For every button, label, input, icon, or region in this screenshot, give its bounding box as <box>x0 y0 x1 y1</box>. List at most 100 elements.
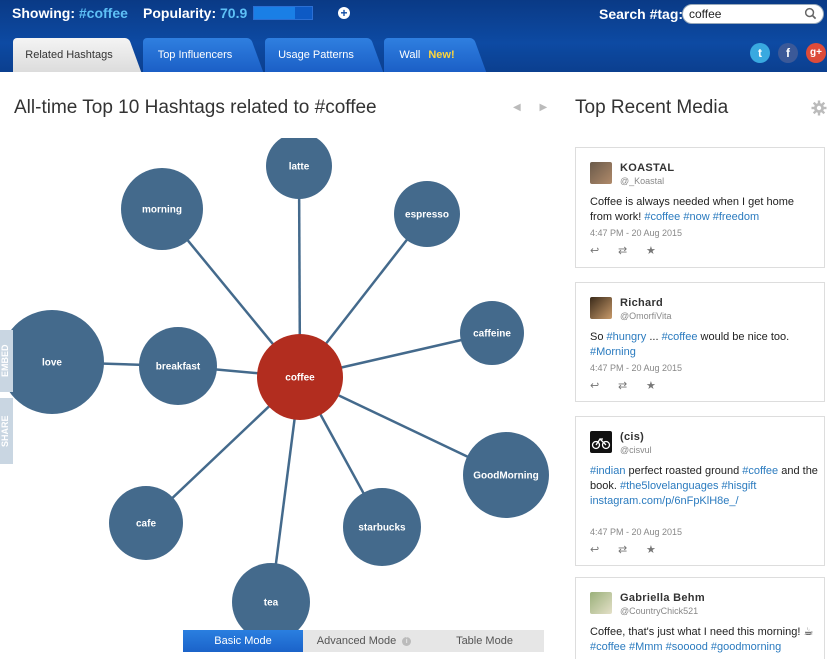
graph-center-label: coffee <box>285 373 315 384</box>
hashtag-link[interactable]: #goodmorning <box>711 641 781 653</box>
hashtag-link[interactable]: #coffee <box>590 641 626 653</box>
hashtag-link[interactable]: #indian <box>590 465 625 477</box>
hashtag-link[interactable]: #now <box>683 211 709 223</box>
reply-icon[interactable]: ↩ <box>590 379 618 392</box>
search-input[interactable] <box>689 5 801 23</box>
google-plus-icon[interactable]: g+ <box>806 43 826 63</box>
advanced-mode-button[interactable]: Advanced Mode i <box>303 630 425 652</box>
reply-icon[interactable]: ↩ <box>590 244 618 257</box>
favorite-icon[interactable]: ★ <box>646 379 674 392</box>
embed-tab[interactable]: EMBED <box>0 330 13 392</box>
facebook-icon[interactable]: f <box>778 43 798 63</box>
user-name[interactable]: (cis) <box>620 431 644 443</box>
favorite-icon[interactable]: ★ <box>646 543 674 556</box>
post-text-part: would be nice too. <box>697 331 790 343</box>
search-box[interactable] <box>682 4 824 24</box>
showing-text: Showing: <box>12 5 75 21</box>
media-card: KOASTAL @_Koastal Coffee is always neede… <box>575 147 825 268</box>
retweet-icon[interactable]: ⇄ <box>618 543 646 556</box>
popularity-bar <box>253 6 313 20</box>
tab-label: Usage Patterns <box>278 49 354 61</box>
instagram-link[interactable]: instagram.com/p/6nFpKlH8e_/ <box>590 495 739 507</box>
hashtag-link[interactable]: #coffee <box>662 331 698 343</box>
mode-switcher: Basic Mode Advanced Mode i Table Mode <box>183 630 544 652</box>
recent-media-title: Top Recent Media <box>575 97 729 118</box>
post-actions: ↩ ⇄ ★ <box>590 244 674 257</box>
user-name[interactable]: Richard <box>620 297 663 309</box>
tab-label: Related Hashtags <box>25 49 113 61</box>
post-text-part: So <box>590 331 607 343</box>
popularity-value: 70.9 <box>220 5 248 21</box>
twitter-icon[interactable]: t <box>750 43 770 63</box>
post-text: #indian perfect roasted ground #coffee a… <box>590 464 818 509</box>
table-mode-button[interactable]: Table Mode <box>425 630 544 652</box>
user-name[interactable]: Gabriella Behm <box>620 592 705 604</box>
hashtag-graph: latte morning espresso caffeine love breakfas… <box>0 138 560 656</box>
hashtag-link[interactable]: #coffee <box>644 211 680 223</box>
user-handle[interactable]: @OmorfiVita <box>620 311 671 321</box>
tab-usage-patterns[interactable]: Usage Patterns <box>265 38 384 72</box>
pager-arrows[interactable]: ◀ ▶ <box>513 102 555 113</box>
user-handle[interactable]: @cisvul <box>620 445 652 455</box>
media-card: Richard @OmorfiVita So #hungry ... #coff… <box>575 282 825 402</box>
post-text: Coffee, that's just what I need this mor… <box>590 625 818 655</box>
user-handle[interactable]: @CountryChick521 <box>620 606 698 616</box>
post-text: So #hungry ... #coffee would be nice too… <box>590 330 818 360</box>
popularity-bar-fill <box>254 7 296 19</box>
graph-node-label: breakfast <box>156 362 201 373</box>
retweet-icon[interactable]: ⇄ <box>618 379 646 392</box>
post-actions: ↩ ⇄ ★ <box>590 543 674 556</box>
tab-top-influencers[interactable]: Top Influencers <box>143 38 264 72</box>
graph-node-label: GoodMorning <box>473 471 539 482</box>
media-card: (cis) @cisvul #indian perfect roasted gr… <box>575 416 825 566</box>
graph-node-label: love <box>42 358 62 369</box>
graph-node-label: starbucks <box>358 523 406 534</box>
avatar[interactable] <box>590 297 612 319</box>
post-text-part: Coffee, that's just what I need this mor… <box>590 626 814 638</box>
showing-tag[interactable]: #coffee <box>79 5 128 21</box>
media-card: Gabriella Behm @CountryChick521 Coffee, … <box>575 577 825 659</box>
user-handle[interactable]: @_Koastal <box>620 176 664 186</box>
tab-related-hashtags[interactable]: Related Hashtags <box>13 38 142 72</box>
post-time[interactable]: 4:47 PM - 20 Aug 2015 <box>590 527 682 537</box>
hashtag-link[interactable]: #Mmm <box>629 641 663 653</box>
post-actions: ↩ ⇄ ★ <box>590 379 674 392</box>
gear-icon[interactable] <box>811 100 827 116</box>
post-text-part: ... <box>646 331 662 343</box>
post-time[interactable]: 4:47 PM - 20 Aug 2015 <box>590 228 682 238</box>
search-icon[interactable] <box>804 7 817 20</box>
hashtag-link[interactable]: #freedom <box>713 211 759 223</box>
tab-wall[interactable]: Wall New! <box>384 38 487 72</box>
add-icon[interactable]: + <box>338 7 350 19</box>
basic-mode-button[interactable]: Basic Mode <box>183 630 303 652</box>
retweet-icon[interactable]: ⇄ <box>618 244 646 257</box>
mode-label: Advanced Mode <box>316 635 397 647</box>
avatar[interactable] <box>590 592 612 614</box>
post-time[interactable]: 4:47 PM - 20 Aug 2015 <box>590 363 682 373</box>
hashtag-link[interactable]: #the5lovelanguages <box>620 480 718 492</box>
favorite-icon[interactable]: ★ <box>646 244 674 257</box>
hashtag-link[interactable]: #sooood <box>666 641 708 653</box>
post-text-part: perfect roasted ground <box>625 465 743 477</box>
popularity-label: Popularity: 70.9 <box>143 5 247 21</box>
hashtag-graph-svg: latte morning espresso caffeine love breakfas… <box>0 138 549 641</box>
avatar[interactable] <box>590 431 612 453</box>
graph-node-label: latte <box>289 162 310 173</box>
hashtag-link[interactable]: #Morning <box>590 346 636 358</box>
hashtag-link[interactable]: #hisgift <box>722 480 757 492</box>
reply-icon[interactable]: ↩ <box>590 543 618 556</box>
hashtag-link[interactable]: #hungry <box>607 331 647 343</box>
tab-label: Top Influencers <box>157 49 233 61</box>
mode-label: Basic Mode <box>214 635 272 647</box>
showing-label: Showing: #coffee <box>12 5 128 21</box>
graph-node-label: caffeine <box>473 329 511 340</box>
hashtag-link[interactable]: #coffee <box>742 465 778 477</box>
avatar[interactable] <box>590 162 612 184</box>
header-bar: Showing: #coffee Popularity: 70.9 + Sear… <box>0 0 827 72</box>
post-text: Coffee is always needed when I get home … <box>590 195 818 225</box>
share-tab[interactable]: SHARE <box>0 398 13 464</box>
graph-node-label: morning <box>142 205 182 216</box>
tab-label: Wall <box>399 49 421 61</box>
user-name[interactable]: KOASTAL <box>620 162 674 174</box>
graph-node-label: cafe <box>136 519 156 530</box>
